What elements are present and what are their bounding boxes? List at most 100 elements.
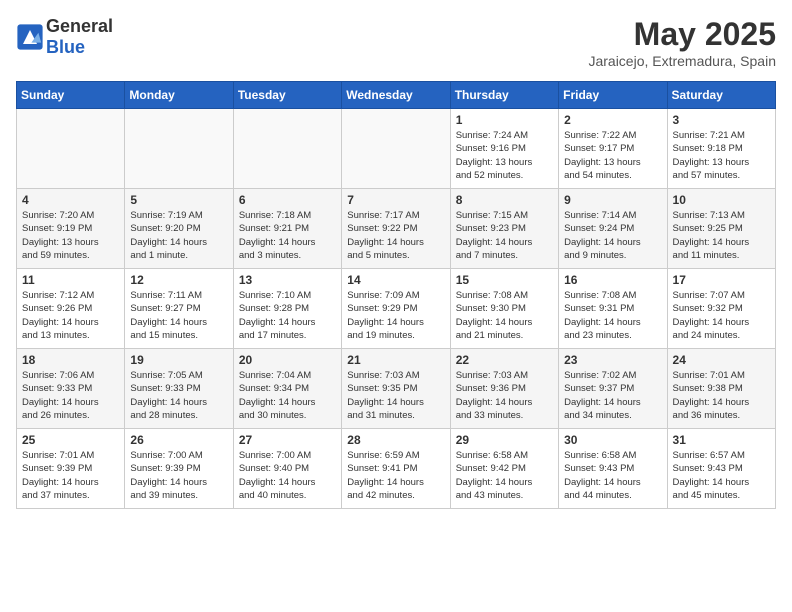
- calendar-cell: 16 Sunrise: 7:08 AM Sunset: 9:31 PM Dayli…: [559, 269, 667, 349]
- weekday-header: Thursday: [450, 82, 558, 109]
- day-number: 5: [130, 193, 227, 207]
- calendar-cell: 6 Sunrise: 7:18 AM Sunset: 9:21 PM Daylig…: [233, 189, 341, 269]
- day-info: Sunrise: 7:04 AM Sunset: 9:34 PM Dayligh…: [239, 369, 336, 422]
- day-info: Sunrise: 6:59 AM Sunset: 9:41 PM Dayligh…: [347, 449, 444, 502]
- day-info: Sunrise: 7:01 AM Sunset: 9:38 PM Dayligh…: [673, 369, 770, 422]
- day-number: 27: [239, 433, 336, 447]
- day-number: 18: [22, 353, 119, 367]
- day-info: Sunrise: 7:03 AM Sunset: 9:36 PM Dayligh…: [456, 369, 553, 422]
- day-number: 22: [456, 353, 553, 367]
- day-info: Sunrise: 7:12 AM Sunset: 9:26 PM Dayligh…: [22, 289, 119, 342]
- calendar-week-row: 4Sunrise: 7:20 AM Sunset: 9:19 PM Daylig…: [17, 189, 776, 269]
- calendar-cell: 28 Sunrise: 6:59 AM Sunset: 9:41 PM Dayli…: [342, 429, 450, 509]
- day-number: 25: [22, 433, 119, 447]
- day-info: Sunrise: 7:08 AM Sunset: 9:31 PM Dayligh…: [564, 289, 661, 342]
- day-number: 2: [564, 113, 661, 127]
- day-number: 21: [347, 353, 444, 367]
- day-number: 30: [564, 433, 661, 447]
- logo-blue: Blue: [46, 37, 85, 57]
- calendar-cell: 30 Sunrise: 6:58 AM Sunset: 9:43 PM Dayli…: [559, 429, 667, 509]
- day-info: Sunrise: 7:06 AM Sunset: 9:33 PM Dayligh…: [22, 369, 119, 422]
- calendar-cell: 3Sunrise: 7:21 AM Sunset: 9:18 PM Daylig…: [667, 109, 775, 189]
- day-info: Sunrise: 6:58 AM Sunset: 9:43 PM Dayligh…: [564, 449, 661, 502]
- weekday-header: Friday: [559, 82, 667, 109]
- calendar-cell: 27 Sunrise: 7:00 AM Sunset: 9:40 PM Dayli…: [233, 429, 341, 509]
- day-number: 28: [347, 433, 444, 447]
- day-info: Sunrise: 7:18 AM Sunset: 9:21 PM Dayligh…: [239, 209, 336, 262]
- calendar-cell: [342, 109, 450, 189]
- calendar-cell: [125, 109, 233, 189]
- calendar-table: SundayMondayTuesdayWednesdayThursdayFrid…: [16, 81, 776, 509]
- weekday-header: Monday: [125, 82, 233, 109]
- weekday-header: Tuesday: [233, 82, 341, 109]
- calendar-cell: 26 Sunrise: 7:00 AM Sunset: 9:39 PM Dayli…: [125, 429, 233, 509]
- calendar-cell: 22 Sunrise: 7:03 AM Sunset: 9:36 PM Dayli…: [450, 349, 558, 429]
- day-number: 23: [564, 353, 661, 367]
- day-number: 29: [456, 433, 553, 447]
- location: Jaraicejo, Extremadura, Spain: [588, 53, 776, 69]
- calendar-cell: 10Sunrise: 7:13 AM Sunset: 9:25 PM Dayli…: [667, 189, 775, 269]
- calendar-cell: 17 Sunrise: 7:07 AM Sunset: 9:32 PM Dayli…: [667, 269, 775, 349]
- day-info: Sunrise: 7:05 AM Sunset: 9:33 PM Dayligh…: [130, 369, 227, 422]
- page-header: General Blue May 2025 Jaraicejo, Extrema…: [16, 16, 776, 69]
- calendar-cell: 23 Sunrise: 7:02 AM Sunset: 9:37 PM Dayli…: [559, 349, 667, 429]
- calendar-cell: 13Sunrise: 7:10 AM Sunset: 9:28 PM Dayli…: [233, 269, 341, 349]
- calendar-cell: 21 Sunrise: 7:03 AM Sunset: 9:35 PM Dayli…: [342, 349, 450, 429]
- day-number: 9: [564, 193, 661, 207]
- calendar-week-row: 18 Sunrise: 7:06 AM Sunset: 9:33 PM Dayli…: [17, 349, 776, 429]
- calendar-cell: 25Sunrise: 7:01 AM Sunset: 9:39 PM Dayli…: [17, 429, 125, 509]
- day-number: 26: [130, 433, 227, 447]
- day-info: Sunrise: 7:10 AM Sunset: 9:28 PM Dayligh…: [239, 289, 336, 342]
- day-info: Sunrise: 7:03 AM Sunset: 9:35 PM Dayligh…: [347, 369, 444, 422]
- day-number: 20: [239, 353, 336, 367]
- logo-icon: [16, 23, 44, 51]
- logo-general: General: [46, 16, 113, 36]
- day-number: 12: [130, 273, 227, 287]
- day-number: 14: [347, 273, 444, 287]
- day-info: Sunrise: 7:00 AM Sunset: 9:40 PM Dayligh…: [239, 449, 336, 502]
- day-number: 31: [673, 433, 770, 447]
- day-number: 17: [673, 273, 770, 287]
- day-number: 19: [130, 353, 227, 367]
- calendar-cell: 11 Sunrise: 7:12 AM Sunset: 9:26 PM Dayli…: [17, 269, 125, 349]
- day-info: Sunrise: 7:07 AM Sunset: 9:32 PM Dayligh…: [673, 289, 770, 342]
- weekday-row: SundayMondayTuesdayWednesdayThursdayFrid…: [17, 82, 776, 109]
- day-number: 15: [456, 273, 553, 287]
- day-info: Sunrise: 7:20 AM Sunset: 9:19 PM Dayligh…: [22, 209, 119, 262]
- calendar-cell: 12 Sunrise: 7:11 AM Sunset: 9:27 PM Dayli…: [125, 269, 233, 349]
- calendar-cell: 24 Sunrise: 7:01 AM Sunset: 9:38 PM Dayli…: [667, 349, 775, 429]
- day-info: Sunrise: 7:09 AM Sunset: 9:29 PM Dayligh…: [347, 289, 444, 342]
- day-info: Sunrise: 7:08 AM Sunset: 9:30 PM Dayligh…: [456, 289, 553, 342]
- calendar-cell: 2 Sunrise: 7:22 AM Sunset: 9:17 PM Daylig…: [559, 109, 667, 189]
- day-number: 1: [456, 113, 553, 127]
- day-number: 3: [673, 113, 770, 127]
- day-info: Sunrise: 7:22 AM Sunset: 9:17 PM Dayligh…: [564, 129, 661, 182]
- day-number: 16: [564, 273, 661, 287]
- day-number: 11: [22, 273, 119, 287]
- day-info: Sunrise: 7:17 AM Sunset: 9:22 PM Dayligh…: [347, 209, 444, 262]
- logo: General Blue: [16, 16, 113, 58]
- day-info: Sunrise: 7:14 AM Sunset: 9:24 PM Dayligh…: [564, 209, 661, 262]
- calendar-cell: 1Sunrise: 7:24 AM Sunset: 9:16 PM Daylig…: [450, 109, 558, 189]
- month-year: May 2025: [588, 16, 776, 53]
- calendar-cell: 20 Sunrise: 7:04 AM Sunset: 9:34 PM Dayli…: [233, 349, 341, 429]
- day-info: Sunrise: 7:19 AM Sunset: 9:20 PM Dayligh…: [130, 209, 227, 262]
- day-number: 6: [239, 193, 336, 207]
- day-info: Sunrise: 6:57 AM Sunset: 9:43 PM Dayligh…: [673, 449, 770, 502]
- weekday-header: Sunday: [17, 82, 125, 109]
- day-info: Sunrise: 7:02 AM Sunset: 9:37 PM Dayligh…: [564, 369, 661, 422]
- calendar-cell: 5 Sunrise: 7:19 AM Sunset: 9:20 PM Daylig…: [125, 189, 233, 269]
- calendar-cell: 9 Sunrise: 7:14 AM Sunset: 9:24 PM Daylig…: [559, 189, 667, 269]
- calendar-cell: 19 Sunrise: 7:05 AM Sunset: 9:33 PM Dayli…: [125, 349, 233, 429]
- day-info: Sunrise: 7:00 AM Sunset: 9:39 PM Dayligh…: [130, 449, 227, 502]
- calendar-cell: 18 Sunrise: 7:06 AM Sunset: 9:33 PM Dayli…: [17, 349, 125, 429]
- day-info: Sunrise: 7:11 AM Sunset: 9:27 PM Dayligh…: [130, 289, 227, 342]
- calendar-cell: 29Sunrise: 6:58 AM Sunset: 9:42 PM Dayli…: [450, 429, 558, 509]
- weekday-header: Saturday: [667, 82, 775, 109]
- day-number: 24: [673, 353, 770, 367]
- calendar-cell: 15 Sunrise: 7:08 AM Sunset: 9:30 PM Dayli…: [450, 269, 558, 349]
- calendar-cell: 8Sunrise: 7:15 AM Sunset: 9:23 PM Daylig…: [450, 189, 558, 269]
- calendar-week-row: 1Sunrise: 7:24 AM Sunset: 9:16 PM Daylig…: [17, 109, 776, 189]
- calendar-cell: 31 Sunrise: 6:57 AM Sunset: 9:43 PM Dayli…: [667, 429, 775, 509]
- calendar-cell: [233, 109, 341, 189]
